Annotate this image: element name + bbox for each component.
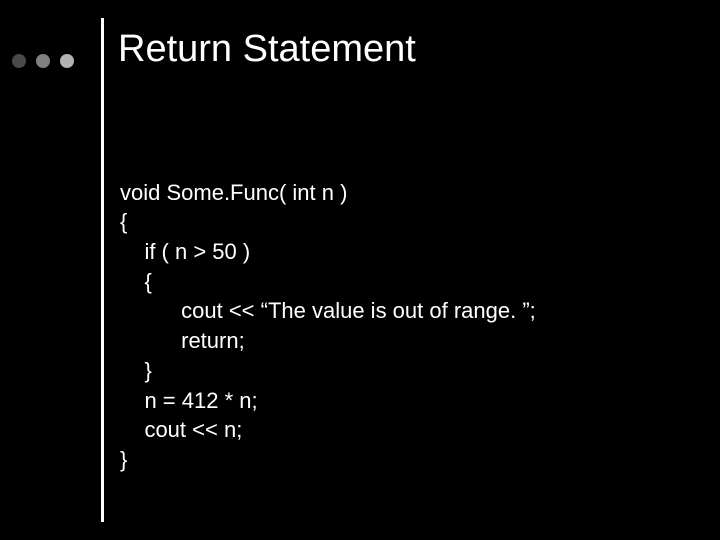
code-line: if ( n > 50 ) xyxy=(120,239,250,264)
bullet-dot-icon xyxy=(36,54,50,68)
slide-title: Return Statement xyxy=(118,28,416,71)
title-bullet-decor xyxy=(12,54,74,68)
code-line: { xyxy=(120,269,152,294)
code-line: { xyxy=(120,209,127,234)
code-line: cout << n; xyxy=(120,417,242,442)
vertical-divider xyxy=(101,18,104,522)
code-line: n = 412 * n; xyxy=(120,388,258,413)
code-line: void Some.Func( int n ) xyxy=(120,180,347,205)
code-line: } xyxy=(120,358,152,383)
code-block: void Some.Func( int n ) { if ( n > 50 ) … xyxy=(120,148,536,504)
code-line: } xyxy=(120,447,127,472)
slide: Return Statement void Some.Func( int n )… xyxy=(0,0,720,540)
code-line: return; xyxy=(120,328,245,353)
code-line: cout << “The value is out of range. ”; xyxy=(120,298,536,323)
bullet-dot-icon xyxy=(12,54,26,68)
bullet-dot-icon xyxy=(60,54,74,68)
